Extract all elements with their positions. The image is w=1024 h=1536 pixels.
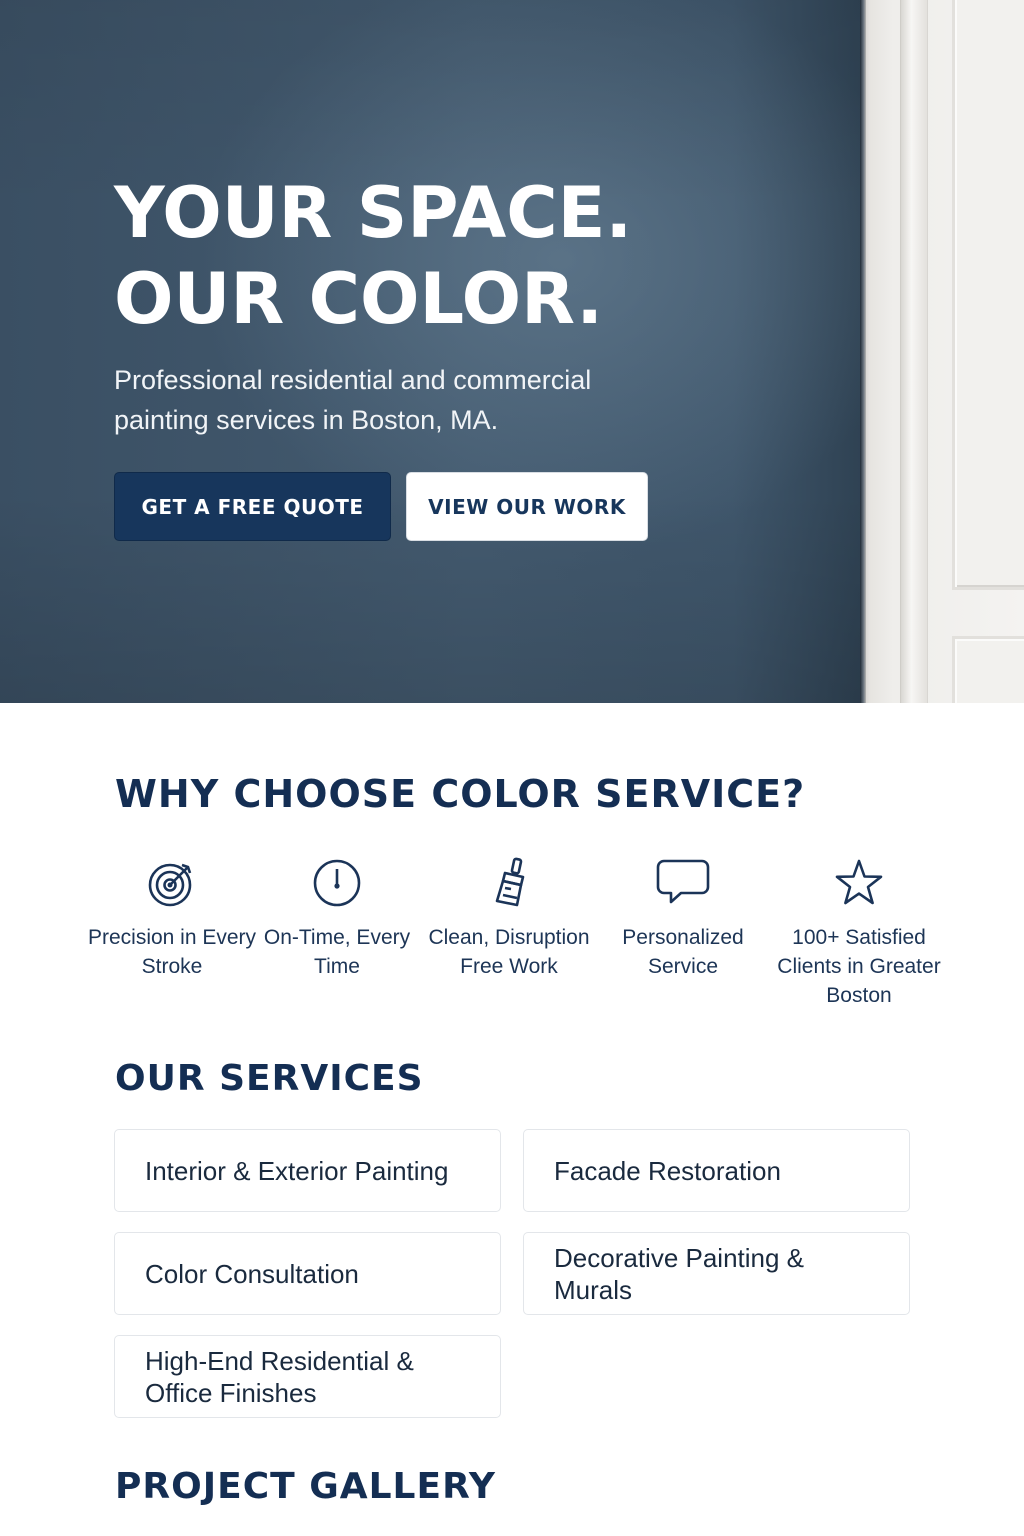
our-services-heading: OUR SERVICES <box>115 1058 424 1099</box>
service-card-label: Color Consultation <box>145 1258 359 1289</box>
service-card-facade-restoration[interactable]: Facade Restoration <box>523 1129 910 1212</box>
feature-label: Personalized Service <box>622 926 744 978</box>
feature-clean-work: Clean, Disruption Free Work <box>424 855 594 981</box>
feature-on-time: On-Time, Every Time <box>252 855 422 981</box>
feature-satisfied-clients: 100+ Satisfied Clients in Greater Boston <box>774 855 944 1010</box>
hero-title-line-1: YOUR SPACE. <box>114 172 633 254</box>
star-icon <box>835 859 883 905</box>
hero-wall-background <box>0 0 862 703</box>
service-card-interior-exterior[interactable]: Interior & Exterior Painting <box>114 1129 501 1212</box>
feature-label: 100+ Satisfied Clients in Greater Boston <box>777 926 941 1007</box>
service-card-high-end-finishes[interactable]: High-End Residential & Office Finishes <box>114 1335 501 1418</box>
features-row: Precision in Every Stroke On-Time, Every… <box>0 855 1024 1025</box>
view-our-work-button[interactable]: VIEW OUR WORK <box>406 472 648 541</box>
service-card-label: High-End Residential & Office Finishes <box>145 1345 414 1408</box>
target-icon <box>148 863 192 907</box>
hero-section: YOUR SPACE. OUR COLOR. Professional resi… <box>0 0 1024 703</box>
feature-label: Clean, Disruption Free Work <box>428 926 590 978</box>
service-card-label: Facade Restoration <box>554 1155 781 1186</box>
feature-label: Precision in Every Stroke <box>87 926 257 978</box>
get-free-quote-button[interactable]: GET A FREE QUOTE <box>114 472 391 541</box>
service-card-label: Decorative Painting & Murals <box>554 1242 805 1305</box>
hero-title: YOUR SPACE. OUR COLOR. <box>114 170 632 342</box>
feature-precision: Precision in Every Stroke <box>87 855 257 981</box>
paintbrush-icon <box>495 857 525 907</box>
door-frame-image <box>860 0 1024 703</box>
clock-icon <box>313 859 361 907</box>
hero-title-line-2: OUR COLOR. <box>114 258 603 340</box>
hero-subtitle: Professional residential and commercial … <box>114 365 592 435</box>
service-card-label: Interior & Exterior Painting <box>145 1155 449 1186</box>
feature-personalized: Personalized Service <box>598 855 768 981</box>
why-choose-heading: WHY CHOOSE COLOR SERVICE? <box>115 772 806 816</box>
service-card-color-consultation[interactable]: Color Consultation <box>114 1232 501 1315</box>
feature-label: On-Time, Every Time <box>263 926 411 978</box>
service-card-decorative-painting[interactable]: Decorative Painting & Murals <box>523 1232 910 1315</box>
chat-bubble-icon <box>656 859 710 904</box>
project-gallery-heading: PROJECT GALLERY <box>115 1466 496 1507</box>
